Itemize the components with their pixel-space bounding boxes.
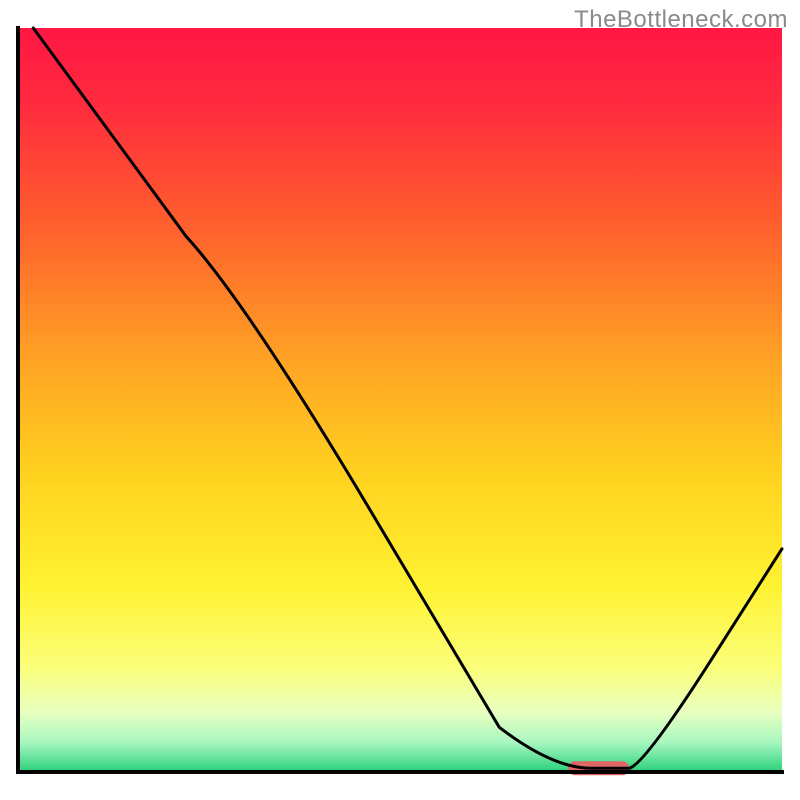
gradient-background	[18, 28, 782, 772]
watermark-text: TheBottleneck.com	[574, 6, 788, 34]
bottleneck-chart: TheBottleneck.com	[0, 0, 800, 800]
chart-canvas	[0, 0, 800, 800]
